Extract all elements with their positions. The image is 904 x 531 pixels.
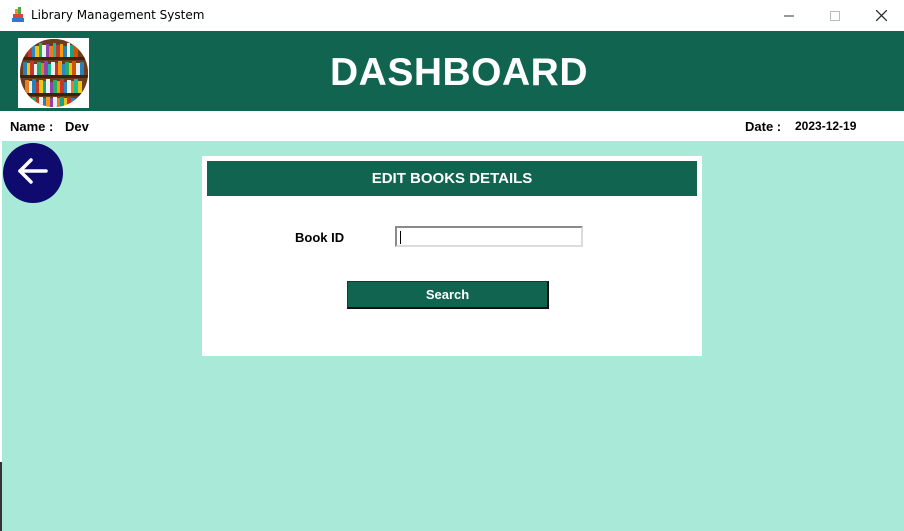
- left-edge-mark: [0, 462, 2, 531]
- close-icon: [875, 10, 887, 21]
- name-label: Name :: [10, 119, 54, 134]
- edit-books-panel: EDIT BOOKS DETAILS Book ID Search: [202, 156, 702, 356]
- date-value: 2023-12-19: [795, 119, 857, 133]
- text-caret: [400, 231, 401, 244]
- app-window: Library Management System DASHBOARD Name…: [0, 0, 904, 531]
- search-button[interactable]: Search: [347, 281, 549, 309]
- book-id-label: Book ID: [295, 230, 345, 245]
- window-title: Library Management System: [31, 8, 205, 22]
- maximize-icon: [830, 10, 840, 21]
- maximize-button[interactable]: [812, 0, 858, 31]
- back-button[interactable]: [3, 143, 63, 203]
- name-value: Dev: [65, 119, 89, 134]
- book-id-input[interactable]: [395, 226, 583, 247]
- dashboard-header: DASHBOARD: [0, 31, 904, 111]
- minimize-button[interactable]: [766, 0, 812, 31]
- page-title: DASHBOARD: [330, 51, 588, 94]
- title-bar: Library Management System: [0, 0, 904, 32]
- close-button[interactable]: [858, 0, 904, 31]
- date-label: Date :: [745, 119, 782, 134]
- panel-title: EDIT BOOKS DETAILS: [207, 161, 697, 196]
- books-stack-icon: [11, 7, 25, 23]
- user-info-bar: Name : Dev Date : 2023-12-19: [0, 111, 904, 141]
- arrow-left-icon: [16, 156, 50, 191]
- minimize-icon: [784, 11, 794, 21]
